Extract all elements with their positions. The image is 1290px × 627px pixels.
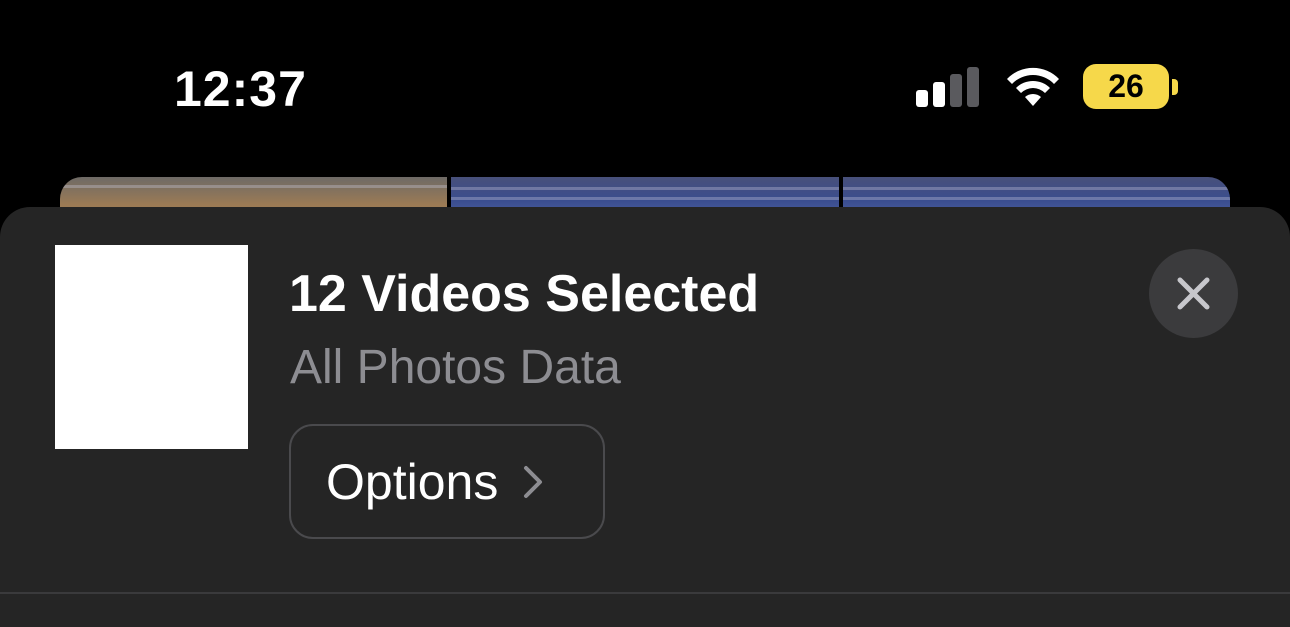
battery-cap — [1172, 79, 1178, 95]
status-bar: 12:37 26 — [0, 0, 1290, 170]
battery-icon: 26 — [1083, 64, 1179, 110]
options-button[interactable]: Options — [289, 424, 605, 539]
close-button[interactable] — [1149, 249, 1238, 338]
preview-thumbnail — [55, 245, 248, 449]
signal-bar — [950, 74, 962, 107]
close-icon — [1177, 277, 1210, 310]
share-sheet: 12 Videos Selected All Photos Data Optio… — [0, 207, 1290, 627]
sheet-title: 12 Videos Selected — [289, 265, 760, 323]
chevron-right-icon — [524, 465, 543, 498]
status-time: 12:37 — [174, 61, 307, 117]
cellular-signal-icon — [916, 67, 982, 107]
signal-bar — [967, 67, 979, 107]
signal-bar — [916, 90, 928, 107]
battery-level: 26 — [1108, 68, 1144, 104]
wifi-icon — [1007, 67, 1059, 106]
options-label: Options — [326, 453, 499, 510]
sheet-subtitle: All Photos Data — [290, 341, 621, 394]
signal-bar — [933, 82, 945, 107]
divider — [0, 592, 1290, 594]
